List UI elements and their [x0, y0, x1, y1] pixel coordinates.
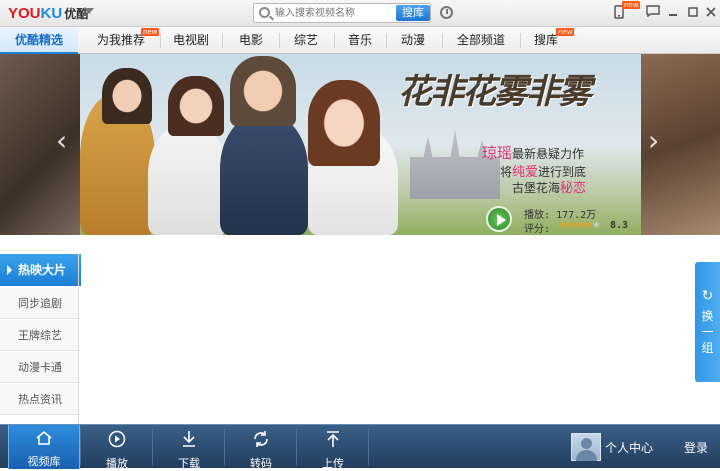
refresh-icon: ↻ — [701, 288, 714, 304]
star-icon: ★ — [567, 220, 577, 231]
message-icon[interactable] — [645, 5, 661, 21]
youku-logo[interactable]: YOUKU 优酷 — [8, 5, 88, 22]
castle-illustration — [410, 129, 500, 199]
download-button[interactable]: 下载 — [153, 425, 225, 470]
nav-divider — [222, 33, 223, 48]
banner-tagline-3: 古堡花海秘恋 — [512, 181, 587, 196]
convert-button[interactable]: 转码 — [225, 425, 297, 470]
phone-new-badge: new — [622, 1, 641, 9]
avatar[interactable] — [571, 433, 601, 461]
star-icon: ★ — [583, 220, 593, 231]
refresh-group-button[interactable]: ↻ 换 一 组 — [695, 262, 720, 382]
search-button[interactable]: 搜库 — [396, 5, 430, 21]
sidebar-item-sync-drama[interactable]: 同步追剧 — [0, 288, 78, 319]
upload-button[interactable]: 上传 — [297, 425, 369, 470]
star-icon: ★ — [560, 220, 569, 231]
logo-menu-arrow-icon[interactable] — [84, 8, 94, 14]
rating-value: 8.3 — [610, 220, 629, 231]
sidebar-item-hot-movies[interactable]: 热映大片 — [0, 254, 81, 286]
nav-divider — [442, 33, 443, 48]
video-library-button[interactable]: 视频库 — [8, 425, 80, 469]
play-icon[interactable] — [486, 206, 512, 232]
actor-figure — [230, 56, 296, 126]
banner-title: 花非花雾非雾 — [398, 72, 592, 112]
banner-tagline-1: 琼瑶最新悬疑力作 — [482, 144, 585, 162]
banner-prev-thumbnail[interactable] — [0, 54, 80, 235]
sidebar-item-variety[interactable]: 王牌综艺 — [0, 320, 78, 351]
user-center-link[interactable]: 个人中心 — [605, 439, 653, 456]
tab-music[interactable]: 音乐 — [338, 27, 382, 54]
nav-divider — [386, 33, 387, 48]
logo-you: YOU — [8, 5, 41, 22]
nav-divider — [160, 33, 161, 48]
star-icon: ★ — [591, 220, 601, 231]
tab-anime[interactable]: 动漫 — [390, 27, 436, 54]
rating-stars: ★★★★★ — [560, 220, 601, 231]
sidebar-item-anime[interactable]: 动漫卡通 — [0, 352, 78, 383]
sidebar-divider — [78, 254, 79, 424]
rating-label: 评分: — [524, 224, 551, 235]
refresh-label-3: 组 — [701, 341, 714, 355]
search-box: 搜库 — [253, 3, 431, 23]
actor-figure — [308, 80, 380, 166]
actor-figure — [102, 68, 152, 124]
actor-figure — [148, 124, 228, 235]
bottom-toolbar: 视频库 播放 下载 转码 上传 个人中心 登录 — [0, 424, 720, 470]
channel-nav: 优酷精选 为我推荐 new 电视剧 电影 综艺 音乐 动漫 全部频道 搜库 ne… — [0, 27, 720, 54]
history-clock-icon[interactable] — [440, 6, 453, 19]
prev-arrow-icon[interactable]: ‹ — [56, 124, 67, 157]
search-icon — [259, 7, 270, 18]
tab-movie[interactable]: 电影 — [226, 27, 276, 54]
refresh-label-2: 一 — [701, 325, 714, 339]
soku-new-badge: new — [556, 28, 575, 36]
nav-divider — [334, 33, 335, 48]
star-icon: ★ — [575, 220, 585, 231]
nav-divider — [520, 33, 521, 48]
login-link[interactable]: 登录 — [684, 439, 708, 456]
star-icon-row: ★★★★★ — [560, 220, 601, 231]
actor-figure — [220, 114, 308, 235]
play-count: 播放: 177.2万 — [524, 210, 597, 221]
sidebar-item-news[interactable]: 热点资讯 — [0, 384, 78, 415]
download-icon — [153, 430, 225, 452]
upload-icon — [297, 430, 369, 452]
logo-ku: KU — [40, 5, 63, 22]
title-bar: YOUKU优酷 搜库 new — [0, 0, 720, 27]
maximize-icon[interactable] — [685, 5, 701, 21]
nav-divider — [279, 33, 280, 48]
tab-variety[interactable]: 综艺 — [283, 27, 329, 54]
banner-carousel: 花非花雾非雾 琼瑶最新悬疑力作 将纯爱进行到底 古堡花海秘恋 播放: 177.2… — [0, 54, 720, 235]
home-icon — [9, 430, 79, 450]
next-arrow-icon[interactable]: › — [648, 124, 659, 157]
close-icon[interactable] — [703, 5, 719, 21]
search-input[interactable] — [275, 5, 393, 21]
recommend-new-badge: new — [141, 28, 160, 36]
tab-all-channels[interactable]: 全部频道 — [446, 27, 516, 54]
actor-figure — [168, 76, 224, 136]
convert-icon — [225, 430, 297, 452]
play-button[interactable]: 播放 — [81, 425, 153, 470]
refresh-label-1: 换 — [701, 309, 714, 323]
toolbar-divider — [368, 429, 369, 465]
banner-main-slide[interactable]: 花非花雾非雾 琼瑶最新悬疑力作 将纯爱进行到底 古堡花海秘恋 播放: 177.2… — [80, 54, 641, 235]
play-circle-icon — [81, 430, 153, 452]
minimize-icon[interactable] — [665, 5, 681, 21]
tab-tv[interactable]: 电视剧 — [164, 27, 218, 54]
tab-featured[interactable]: 优酷精选 — [0, 27, 78, 54]
